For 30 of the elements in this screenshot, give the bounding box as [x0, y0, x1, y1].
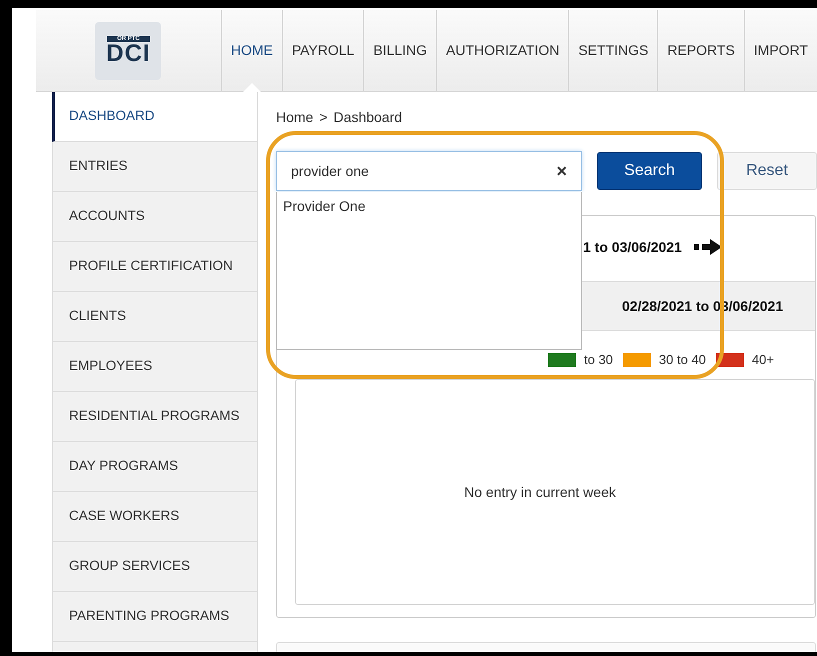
sidebar-item[interactable]: CASE WORKERS [52, 492, 257, 542]
nav-tab[interactable]: AUTHORIZATION [436, 10, 568, 91]
week-range: 1 to 03/06/2021 [583, 238, 682, 256]
sidebar-item[interactable]: PROFILE CERTIFICATION [52, 242, 257, 292]
clear-button[interactable]: × [556, 158, 567, 184]
legend-label: 40+ [752, 351, 774, 370]
empty-message: No entry in current week [464, 482, 616, 502]
reset-button[interactable]: Reset [717, 152, 817, 190]
search-field[interactable]: provider one × [276, 151, 582, 191]
suggestion-item[interactable]: Provider One [277, 196, 581, 217]
sidebar-item[interactable]: DASHBOARD [52, 92, 257, 142]
nav-tab[interactable]: IMPORT [744, 10, 817, 91]
search-button[interactable]: Search [597, 152, 702, 190]
breadcrumb-separator: > [319, 108, 328, 127]
sidebar-item[interactable]: PARENTING PROGRAMS [52, 592, 257, 642]
sidebar-item[interactable]: RESIDENTIAL PROGRAMS [52, 392, 257, 442]
sidebar-item[interactable]: CLIENTS [52, 292, 257, 342]
sidebar-item[interactable]: GROUP SERVICES [52, 542, 257, 592]
nav-tab[interactable]: PAYROLL [282, 10, 364, 91]
legend-label: to 30 [584, 351, 613, 370]
nav-tab[interactable]: REPORTS [657, 10, 744, 91]
sidebar-item[interactable]: ACCOUNTS [52, 192, 257, 242]
breadcrumb-current: Dashboard [334, 108, 402, 127]
sidebar-item[interactable]: ENTRIES [52, 142, 257, 192]
nav-tab[interactable]: SETTINGS [568, 10, 658, 91]
sidebar-item[interactable]: DAY PROGRAMS [52, 442, 257, 492]
breadcrumb-link[interactable]: Home [276, 107, 314, 128]
nav-tab[interactable]: BILLING [363, 10, 436, 91]
sidebar-item[interactable]: EMPLOYEES [52, 342, 257, 392]
legend-label: 30 to 40 [658, 351, 706, 370]
